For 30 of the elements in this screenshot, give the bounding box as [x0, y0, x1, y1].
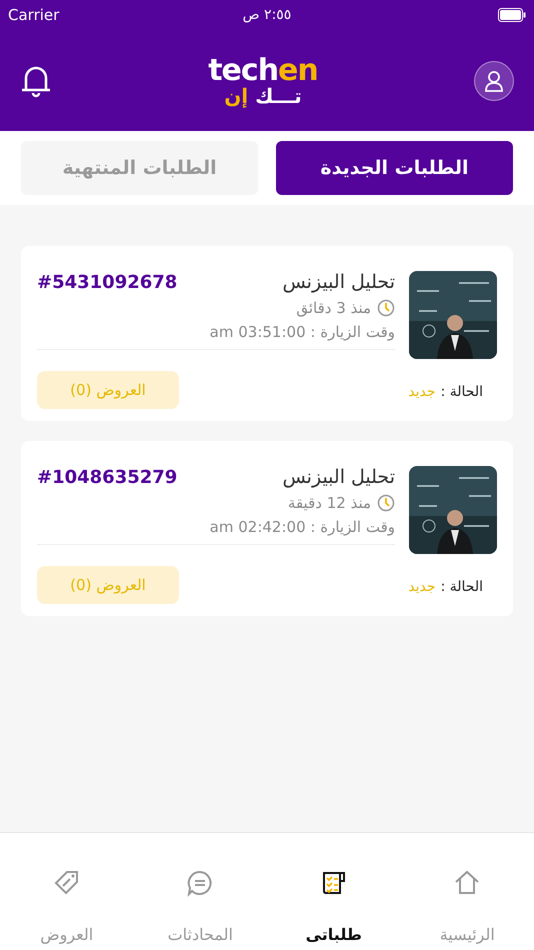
- elapsed-time: منذ 3 دقائق: [296, 299, 371, 317]
- nav-tab[interactable]: طلباتى: [267, 833, 400, 950]
- clock-icon: [377, 299, 395, 317]
- nav-tab[interactable]: المحادثات: [134, 833, 267, 950]
- profile-button[interactable]: [474, 60, 514, 100]
- offers-button[interactable]: العروض (0): [37, 566, 179, 604]
- home-icon: [453, 869, 482, 897]
- chat-icon: [186, 869, 214, 897]
- order-title: تحليل البيزنس: [282, 271, 395, 293]
- elapsed-time: منذ 12 دقيقة: [288, 494, 371, 512]
- battery-icon: [498, 8, 526, 22]
- clock-icon: [377, 494, 395, 512]
- status-value: جديد: [408, 384, 436, 400]
- price-tag-icon: [52, 869, 81, 897]
- nav-tab[interactable]: العروض: [0, 833, 134, 950]
- order-number: #5431092678: [37, 272, 178, 292]
- visit-time: وقت الزيارة : 02:42:00 am: [208, 518, 395, 536]
- order-title: تحليل البيزنس: [282, 466, 395, 488]
- nav-tab[interactable]: الرئيسية: [400, 833, 534, 950]
- status-label: الحالة :: [440, 578, 483, 594]
- tab[interactable]: الطلبات الجديدة: [276, 141, 513, 195]
- visit-time: وقت الزيارة : 03:51:00 am: [208, 323, 395, 341]
- carrier-label: Carrier: [8, 6, 60, 24]
- tab[interactable]: الطلبات المنتهية: [21, 141, 258, 195]
- clock-time: ٢:٥٥ ص: [242, 7, 292, 23]
- offers-button[interactable]: العروض (0): [37, 371, 179, 409]
- user-icon: [484, 70, 504, 92]
- status-label: الحالة :: [440, 384, 483, 400]
- order-number: #1048635279: [37, 466, 178, 488]
- status-value: جديد: [408, 578, 436, 594]
